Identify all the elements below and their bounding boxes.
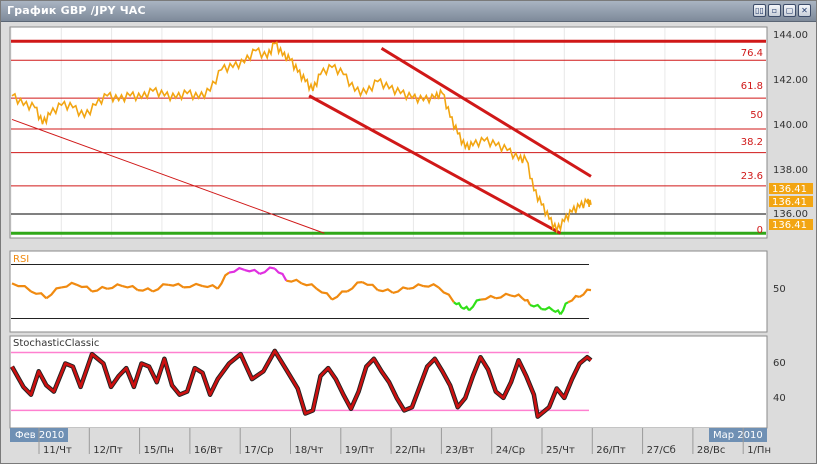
- title-bar[interactable]: График GBP /JPY ЧАС ▯▯ ▫ ▢ ✕: [1, 1, 816, 22]
- time-label: 25/Чт: [546, 445, 575, 456]
- fib-label: 50: [750, 110, 763, 121]
- time-label: 27/Сб: [647, 445, 676, 456]
- time-label: 19/Пт: [345, 445, 375, 456]
- price-tag: 136.41: [772, 220, 807, 231]
- time-label: 24/Ср: [496, 445, 525, 456]
- time-label: 16/Вт: [194, 445, 223, 456]
- fib-label: 61.8: [741, 81, 763, 92]
- fib-label: 23.6: [741, 171, 763, 182]
- price-tick: 144.00: [773, 30, 808, 41]
- rsi-label: RSI: [13, 254, 29, 265]
- time-label: 1/Пн: [747, 445, 771, 456]
- close-button[interactable]: ✕: [798, 4, 811, 17]
- month-tag-left: Фев 2010: [15, 430, 64, 441]
- time-label: 17/Ср: [244, 445, 273, 456]
- price-tick: 138.00: [773, 165, 808, 176]
- minimize-button[interactable]: ▫: [768, 4, 781, 17]
- price-tick: 140.00: [773, 120, 808, 131]
- time-label: 15/Пн: [144, 445, 174, 456]
- price-tick: 142.00: [773, 75, 808, 86]
- month-tag-right: Мар 2010: [713, 430, 763, 441]
- price-tag: 136.41: [772, 184, 807, 195]
- rsi-tick: 50: [773, 284, 786, 295]
- tile-button[interactable]: ▯▯: [753, 4, 766, 17]
- chart-window: График GBP /JPY ЧАС ▯▯ ▫ ▢ ✕ 144.00 142.…: [0, 0, 817, 464]
- rsi-panel[interactable]: [9, 250, 768, 333]
- chart-canvas[interactable]: 144.00 142.00 140.00 138.00 136.00 136.4…: [1, 22, 816, 464]
- fib-label: 0: [757, 225, 763, 236]
- time-label: 28/Вс: [697, 445, 725, 456]
- fib-label: 38.2: [741, 137, 763, 148]
- price-tick: 136.00: [773, 209, 808, 220]
- price-panel[interactable]: [9, 26, 768, 239]
- time-label: 22/Пн: [395, 445, 425, 456]
- stoch-tick: 60: [773, 358, 786, 369]
- stoch-label: StochasticClassic: [13, 338, 99, 349]
- fib-label: 76.4: [741, 48, 763, 59]
- time-label: 26/Пт: [596, 445, 626, 456]
- time-label: 12/Пт: [93, 445, 123, 456]
- time-label: 23/Вт: [445, 445, 474, 456]
- time-label: 11/Чт: [43, 445, 72, 456]
- price-tag: 136.41: [772, 197, 807, 208]
- stoch-tick: 40: [773, 393, 786, 404]
- maximize-button[interactable]: ▢: [783, 4, 796, 17]
- window-title: График GBP /JPY ЧАС: [7, 4, 146, 17]
- time-label: 18/Чт: [295, 445, 324, 456]
